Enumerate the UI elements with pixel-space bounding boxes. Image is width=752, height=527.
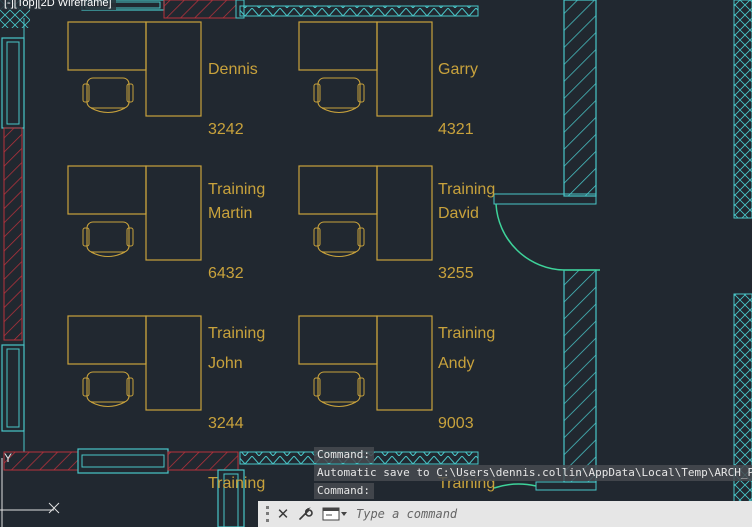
drag-grip-icon[interactable] — [262, 504, 272, 524]
desk-andy — [298, 315, 433, 411]
close-icon[interactable]: ✕ — [272, 503, 294, 525]
employee-name: Dennis — [208, 61, 258, 78]
desk-label-john: John 3244 Training — [208, 314, 265, 514]
employee-name: John — [208, 355, 243, 372]
command-input[interactable] — [354, 502, 752, 526]
command-history-line: Command: — [314, 483, 374, 499]
wall-left — [1, 18, 25, 452]
ucs-y-label: Y — [4, 451, 12, 465]
command-history-line: Automatic save to C:\Users\dennis.collin… — [314, 465, 752, 481]
employee-extension: 4321 — [438, 121, 474, 138]
employee-extension: 3244 — [208, 415, 244, 432]
recent-commands-dropdown[interactable] — [320, 504, 350, 524]
wall-corridor — [493, 0, 597, 491]
employee-name: David — [438, 205, 479, 222]
desk-garry — [298, 21, 433, 117]
command-history-line: Command: — [314, 447, 374, 463]
employee-extension: 9003 — [438, 415, 474, 432]
desk-john — [67, 315, 202, 411]
employee-extension: 3242 — [208, 121, 244, 138]
chevron-down-icon — [341, 512, 347, 516]
employee-name: Martin — [208, 205, 253, 222]
desk-martin — [67, 165, 202, 261]
employee-name: Garry — [438, 61, 478, 78]
command-line-bar: ✕ — [258, 501, 752, 527]
customize-wrench-icon[interactable] — [294, 503, 316, 525]
desk-david — [298, 165, 433, 261]
employee-name: Andy — [438, 355, 475, 372]
viewport-controls-label[interactable]: [-][Top][2D Wireframe] — [0, 0, 116, 10]
command-prompt-icon — [322, 507, 340, 521]
employee-extension: 3255 — [438, 265, 474, 282]
employee-department: Training — [208, 475, 266, 492]
desk-dennis — [67, 21, 202, 117]
command-history: Command: Automatic save to C:\Users\denn… — [314, 447, 752, 501]
employee-extension: 6432 — [208, 265, 244, 282]
